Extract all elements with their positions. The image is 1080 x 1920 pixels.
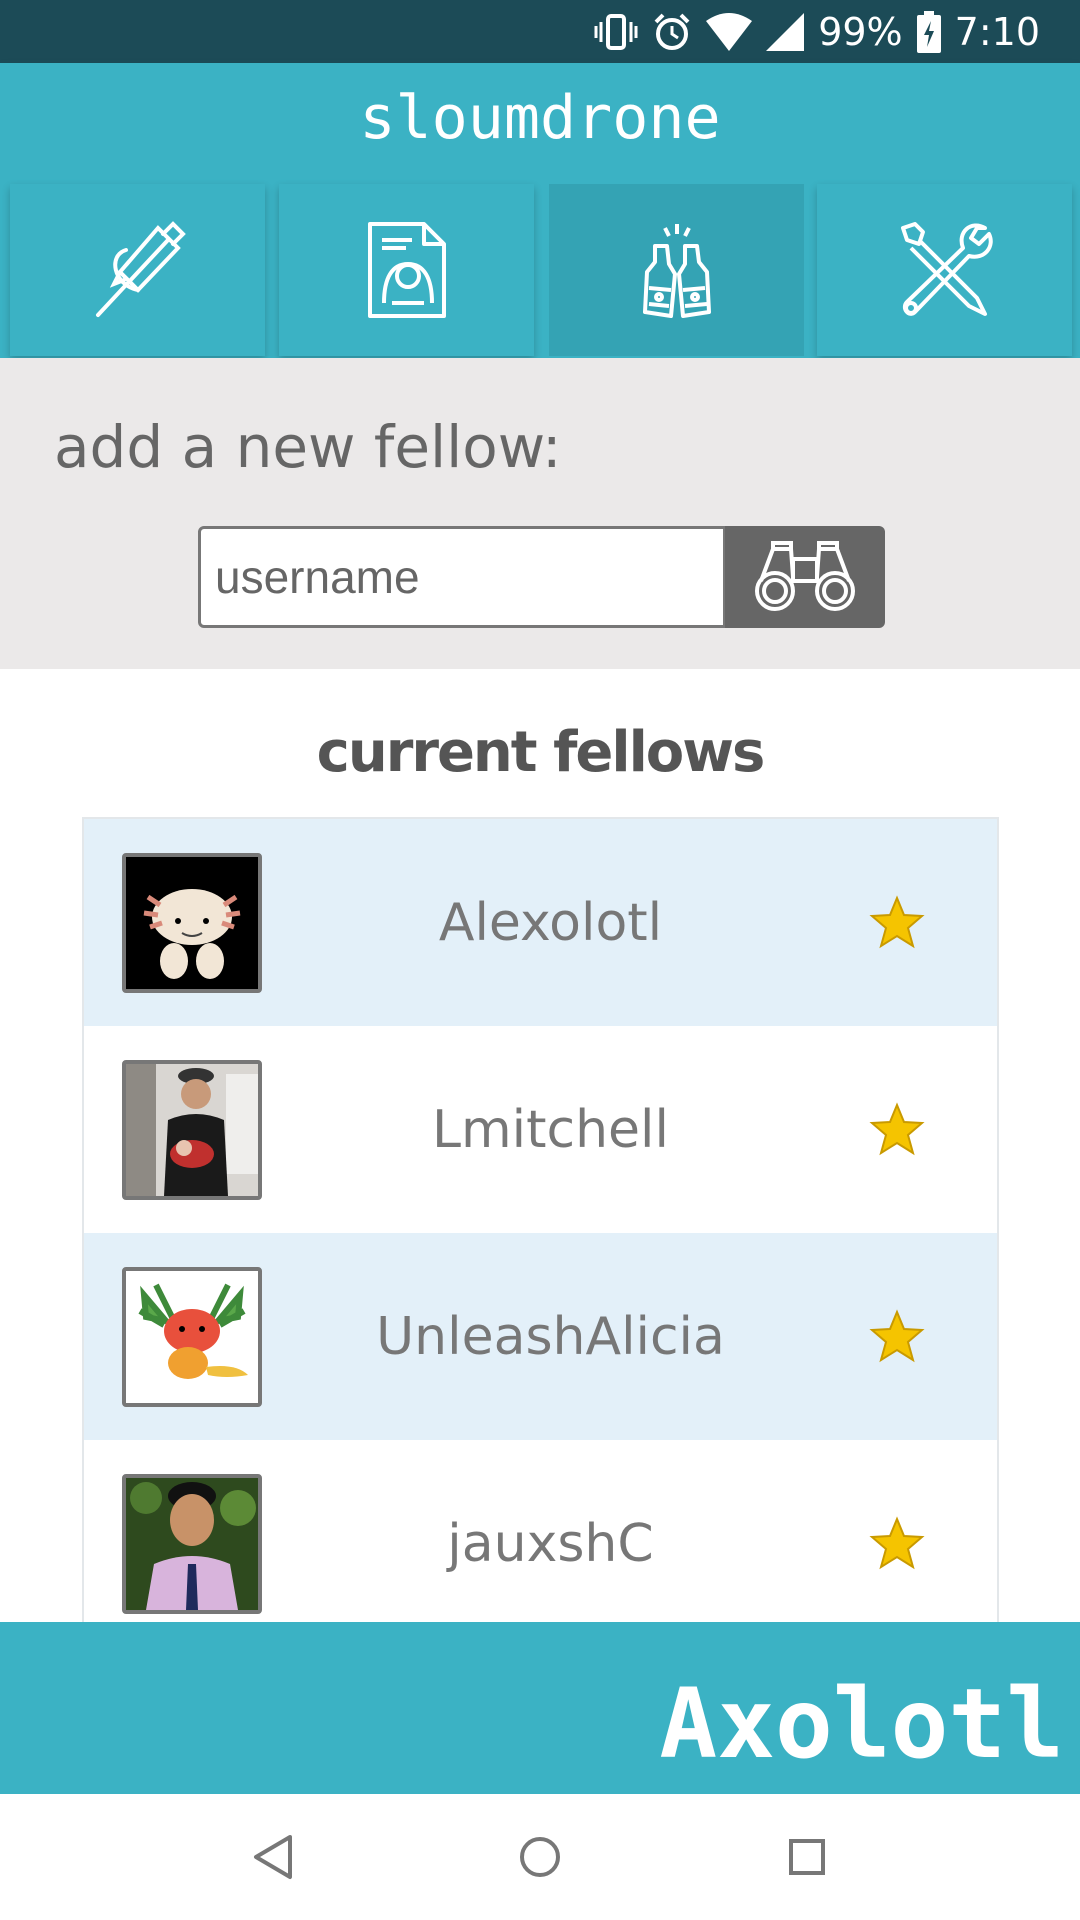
beer-bottles-icon bbox=[642, 224, 711, 318]
tab-profile[interactable] bbox=[279, 184, 534, 356]
fellow-name: UnleashAlicia bbox=[376, 1306, 725, 1367]
tools-icon bbox=[900, 222, 993, 316]
status-bar: 99% 7:10 bbox=[0, 0, 1080, 63]
add-fellow-label: add a new fellow: bbox=[54, 413, 562, 481]
recents-square-icon bbox=[788, 1839, 825, 1875]
current-fellows-title: current fellows bbox=[316, 720, 766, 785]
battery-charging-icon bbox=[916, 10, 941, 53]
tab-tools[interactable] bbox=[817, 184, 1072, 356]
fellow-row[interactable]: Lmitchell bbox=[84, 1026, 997, 1233]
avatar bbox=[122, 1059, 262, 1200]
status-icons: 99% 7:10 bbox=[594, 0, 1040, 63]
footer-brand-text: Axolotl bbox=[659, 1668, 1064, 1780]
app-title: sloumdrone bbox=[359, 83, 721, 153]
battery-percentage: 99% bbox=[818, 9, 903, 54]
recents-button[interactable] bbox=[777, 1827, 837, 1887]
footer-bar: Axolotl bbox=[0, 1622, 1080, 1794]
home-button[interactable] bbox=[510, 1827, 570, 1887]
fellow-row[interactable]: Alexolotl bbox=[84, 819, 997, 1026]
avatar bbox=[122, 1473, 262, 1614]
username-input[interactable] bbox=[198, 526, 726, 628]
tab-fellows[interactable] bbox=[549, 184, 804, 356]
avatar bbox=[122, 1266, 262, 1407]
app-bar: sloumdrone bbox=[0, 63, 1080, 358]
fellow-row[interactable]: jauxshC bbox=[84, 1440, 997, 1622]
back-button[interactable] bbox=[243, 1827, 303, 1887]
fellow-row[interactable]: UnleashAlicia bbox=[84, 1233, 997, 1440]
pen-sketch-icon bbox=[95, 221, 186, 317]
fellow-name: jauxshC bbox=[447, 1513, 654, 1574]
search-fellow-button[interactable] bbox=[725, 526, 885, 628]
add-fellow-section: add a new fellow: bbox=[0, 358, 1080, 669]
favorite-star-icon[interactable] bbox=[869, 1515, 925, 1572]
favorite-star-icon[interactable] bbox=[869, 1308, 925, 1365]
vibrate-icon bbox=[594, 13, 638, 50]
back-triangle-icon bbox=[254, 1835, 293, 1879]
navigation-bar bbox=[0, 1794, 1080, 1920]
clock: 7:10 bbox=[954, 9, 1040, 54]
favorite-star-icon[interactable] bbox=[869, 1101, 925, 1158]
favorite-star-icon[interactable] bbox=[869, 894, 925, 951]
alarm-icon bbox=[654, 13, 690, 50]
signal-icon bbox=[766, 12, 805, 51]
tab-sketch[interactable] bbox=[10, 184, 265, 356]
fellows-list: Alexolotl Lmitchell UnleashAlicia jauxsh… bbox=[82, 817, 999, 1622]
fellow-name: Lmitchell bbox=[432, 1099, 669, 1160]
binoculars-icon bbox=[755, 541, 855, 611]
wifi-icon bbox=[706, 12, 753, 51]
fellow-name: Alexolotl bbox=[438, 892, 663, 953]
home-circle-icon bbox=[519, 1837, 560, 1877]
profile-document-icon bbox=[367, 222, 446, 318]
avatar bbox=[122, 852, 262, 993]
